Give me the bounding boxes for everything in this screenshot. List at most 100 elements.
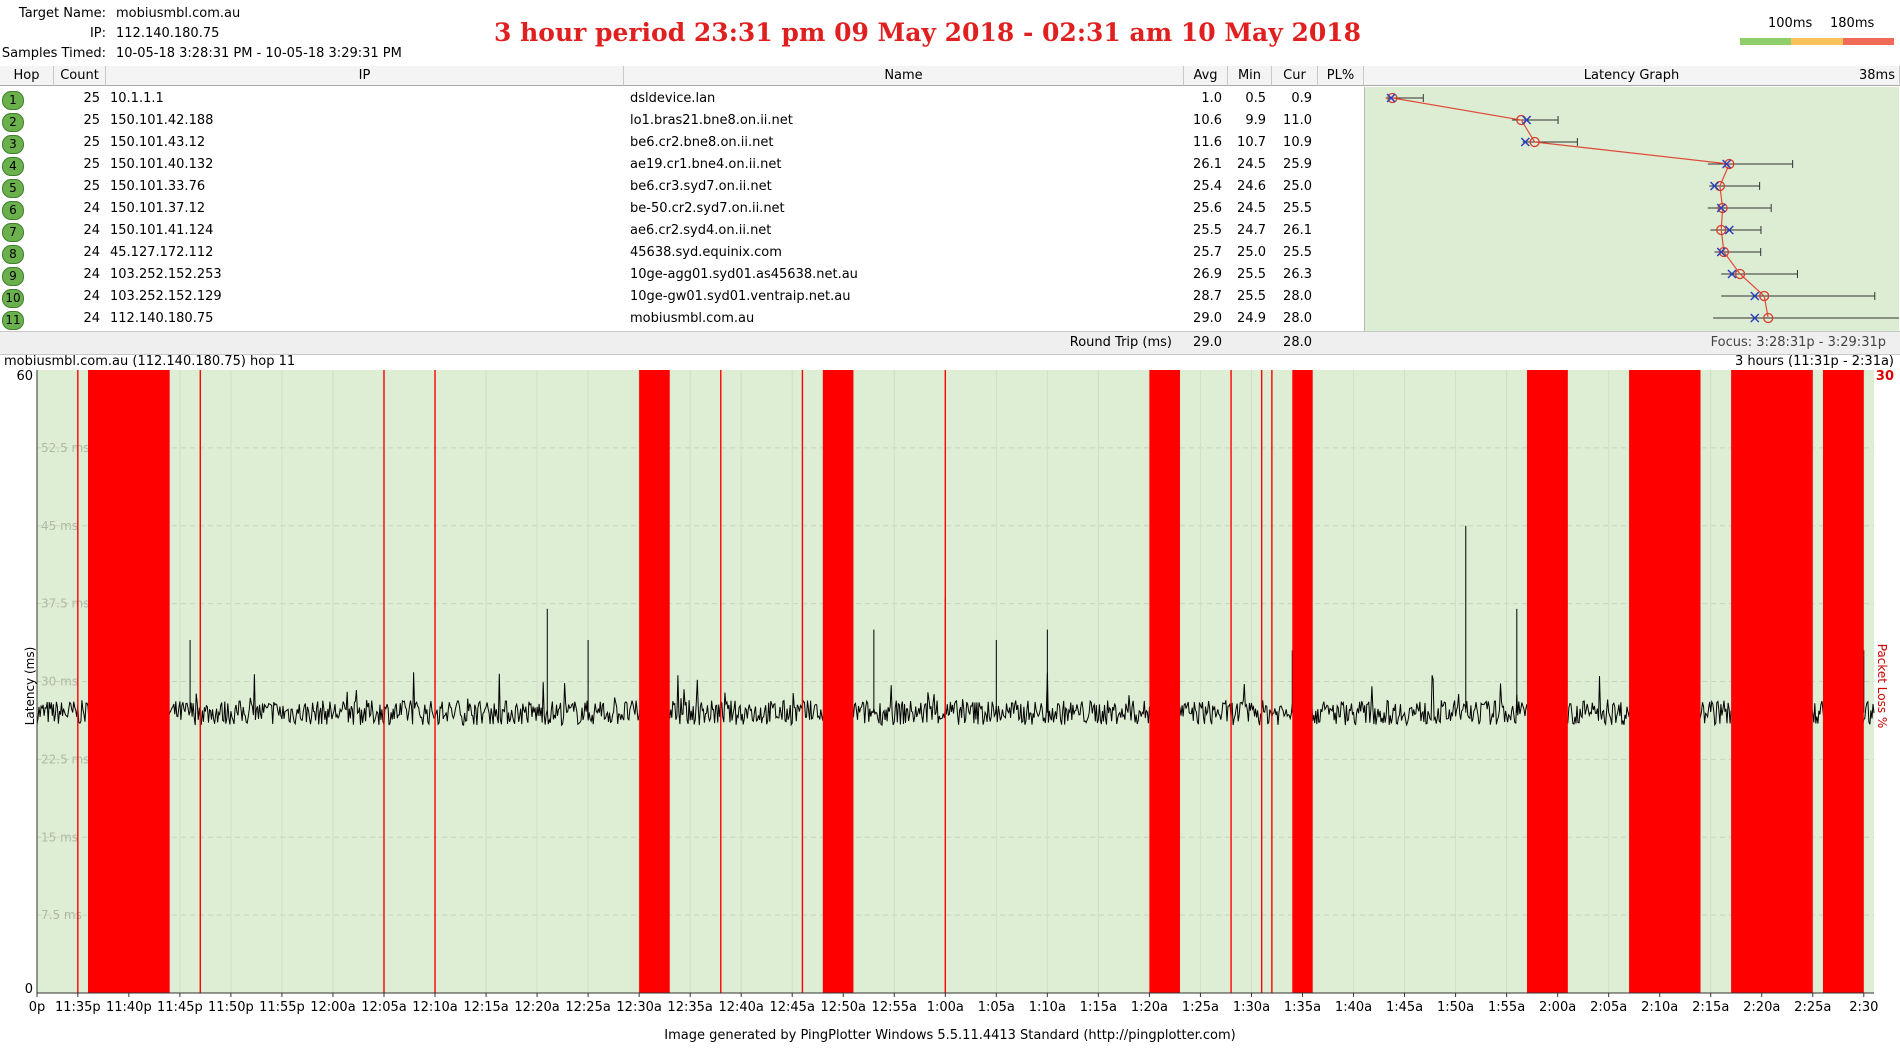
col-name-header[interactable]: Name xyxy=(624,66,1184,86)
x-tick-label: 11:55p xyxy=(259,1000,305,1015)
cell-name: 10ge-agg01.syd01.as45638.net.au xyxy=(630,267,858,282)
y-grid-label: 30 ms xyxy=(41,675,78,689)
table-row[interactable]: 3 25 150.101.43.12 be6.cr2.bne8.on.ii.net 11… xyxy=(0,132,1364,154)
hop-number-badge: 1 xyxy=(2,91,24,110)
table-row[interactable]: 7 24 150.101.41.124 ae6.cr2.syd4.on.ii.net 2… xyxy=(0,220,1364,242)
cell-min: 25.5 xyxy=(1237,267,1266,282)
cell-min: 9.9 xyxy=(1245,113,1266,128)
col-latency-graph-header[interactable]: Latency Graph 38ms xyxy=(1364,66,1900,86)
x-tick-label: 12:25a xyxy=(565,1000,610,1015)
cell-ip: 103.252.152.129 xyxy=(110,289,222,304)
cell-name: lo1.bras21.bne8.on.ii.net xyxy=(630,113,793,128)
packet-loss-band xyxy=(88,370,170,993)
round-trip-avg: 29.0 xyxy=(1193,335,1222,350)
table-row[interactable]: 5 25 150.101.33.76 be6.cr3.syd7.on.ii.net 25… xyxy=(0,176,1364,198)
cell-avg: 26.9 xyxy=(1193,267,1222,282)
cell-cur: 28.0 xyxy=(1283,289,1312,304)
x-tick-label: 1:50a xyxy=(1437,1000,1474,1015)
cell-cur: 25.5 xyxy=(1283,245,1312,260)
table-row[interactable]: 9 24 103.252.152.253 10ge-agg01.syd01.as456… xyxy=(0,264,1364,286)
x-tick-label: 12:15a xyxy=(463,1000,508,1015)
threshold-yellow-segment xyxy=(1791,38,1843,45)
table-row[interactable]: 2 25 150.101.42.188 lo1.bras21.bne8.on.ii.n… xyxy=(0,110,1364,132)
x-tick-label: 12:20a xyxy=(514,1000,559,1015)
col-avg-header[interactable]: Avg xyxy=(1184,66,1228,86)
cell-cur: 10.9 xyxy=(1283,135,1312,150)
page-title: 3 hour period 23:31 pm 09 May 2018 - 02:… xyxy=(494,18,1362,47)
hop-latency-panel xyxy=(1364,87,1900,331)
packet-loss-band xyxy=(1629,370,1701,993)
header-values: mobiusmbl.com.au 112.140.180.75 10-05-18… xyxy=(116,4,402,64)
cell-avg: 11.6 xyxy=(1193,135,1222,150)
x-tick-label: 2:10a xyxy=(1641,1000,1678,1015)
packet-loss-band xyxy=(1149,370,1181,993)
latency-time-graph[interactable]: 52.5 ms 45 ms 37.5 ms 30 ms 22.5 ms 15 ms 7.5 … xyxy=(0,366,1900,1028)
cell-count: 24 xyxy=(83,245,100,260)
x-tick-label: 2:30 xyxy=(1849,1000,1878,1015)
cell-name: be6.cr2.bne8.on.ii.net xyxy=(630,135,774,150)
round-trip-cur: 28.0 xyxy=(1283,335,1312,350)
cell-min: 24.5 xyxy=(1237,157,1266,172)
cell-name: ae19.cr1.bne4.on.ii.net xyxy=(630,157,782,172)
x-tick-label: 1:10a xyxy=(1029,1000,1066,1015)
cell-cur: 25.0 xyxy=(1283,179,1312,194)
hop-number-badge: 3 xyxy=(2,135,24,154)
table-row[interactable]: 11 24 112.140.180.75 mobiusmbl.com.au 29.0 24… xyxy=(0,308,1364,330)
cell-cur: 25.5 xyxy=(1283,201,1312,216)
cell-count: 24 xyxy=(83,267,100,282)
cell-count: 25 xyxy=(83,135,100,150)
x-tick-label: 12:00a xyxy=(310,1000,355,1015)
cell-min: 0.5 xyxy=(1245,91,1266,106)
table-row[interactable]: 8 24 45.127.172.112 45638.syd.equinix.com 25… xyxy=(0,242,1364,264)
ip-label: IP: xyxy=(89,26,106,41)
cell-count: 25 xyxy=(83,91,100,106)
x-tick-label: 1:55a xyxy=(1488,1000,1525,1015)
cell-min: 24.9 xyxy=(1237,311,1266,326)
cell-ip: 10.1.1.1 xyxy=(110,91,164,106)
x-tick-label: 11:45p xyxy=(157,1000,203,1015)
cell-cur: 0.9 xyxy=(1291,91,1312,106)
hop-number-badge: 10 xyxy=(2,289,24,308)
x-tick-label: 12:40a xyxy=(718,1000,763,1015)
y-grid-label: 15 ms xyxy=(41,830,78,844)
table-row[interactable]: 6 24 150.101.37.12 be-50.cr2.syd7.on.ii.net… xyxy=(0,198,1364,220)
cell-min: 10.7 xyxy=(1237,135,1266,150)
cell-cur: 11.0 xyxy=(1283,113,1312,128)
latency-graph-header-label: Latency Graph xyxy=(1583,68,1680,83)
samples-timed-label: Samples Timed: xyxy=(1,46,106,61)
cell-avg: 25.5 xyxy=(1193,223,1222,238)
col-min-header[interactable]: Min xyxy=(1228,66,1272,86)
cell-min: 24.5 xyxy=(1237,201,1266,216)
table-row[interactable]: 4 25 150.101.40.132 ae19.cr1.bne4.on.ii.net… xyxy=(0,154,1364,176)
col-cur-header[interactable]: Cur xyxy=(1272,66,1318,86)
col-count-header[interactable]: Count xyxy=(54,66,106,86)
y2-axis-top-label: 30 xyxy=(1876,369,1894,384)
y2-axis-title: Packet Loss % xyxy=(1875,644,1889,729)
x-tick-label: 1:30a xyxy=(1233,1000,1270,1015)
cell-count: 25 xyxy=(83,113,100,128)
col-pl-header[interactable]: PL% xyxy=(1318,66,1364,86)
y-grid-label: 22.5 ms xyxy=(41,752,89,766)
x-tick-label: 2:00a xyxy=(1539,1000,1576,1015)
y-axis-title: Latency (ms) xyxy=(23,647,37,726)
packet-loss-band xyxy=(639,370,670,993)
col-ip-header[interactable]: IP xyxy=(106,66,624,86)
threshold-100-label: 100ms xyxy=(1768,16,1813,31)
generated-by-note: Image generated by PingPlotter Windows 5… xyxy=(664,1028,1236,1043)
cell-count: 25 xyxy=(83,179,100,194)
cell-ip: 45.127.172.112 xyxy=(110,245,214,260)
col-hop-header[interactable]: Hop xyxy=(0,66,54,86)
cell-name: dsldevice.lan xyxy=(630,91,716,106)
samples-timed-value: 10-05-18 3:28:31 PM - 10-05-18 3:29:31 P… xyxy=(116,46,402,61)
focus-range: Focus: 3:28:31p - 3:29:31p xyxy=(1710,335,1886,350)
cell-name: 45638.syd.equinix.com xyxy=(630,245,782,260)
cell-count: 24 xyxy=(83,289,100,304)
x-tick-label: 1:15a xyxy=(1080,1000,1117,1015)
table-row[interactable]: 1 25 10.1.1.1 dsldevice.lan 1.0 0.5 0.9 xyxy=(0,88,1364,110)
latency-graph-max-label: 38ms xyxy=(1859,68,1895,83)
ip-value: 112.140.180.75 xyxy=(116,26,220,41)
x-tick-label: 11:50p xyxy=(208,1000,254,1015)
x-tick-label: 12:55a xyxy=(872,1000,917,1015)
table-row[interactable]: 10 24 103.252.152.129 10ge-gw01.syd01.ventr… xyxy=(0,286,1364,308)
x-tick-label: 1:45a xyxy=(1386,1000,1423,1015)
